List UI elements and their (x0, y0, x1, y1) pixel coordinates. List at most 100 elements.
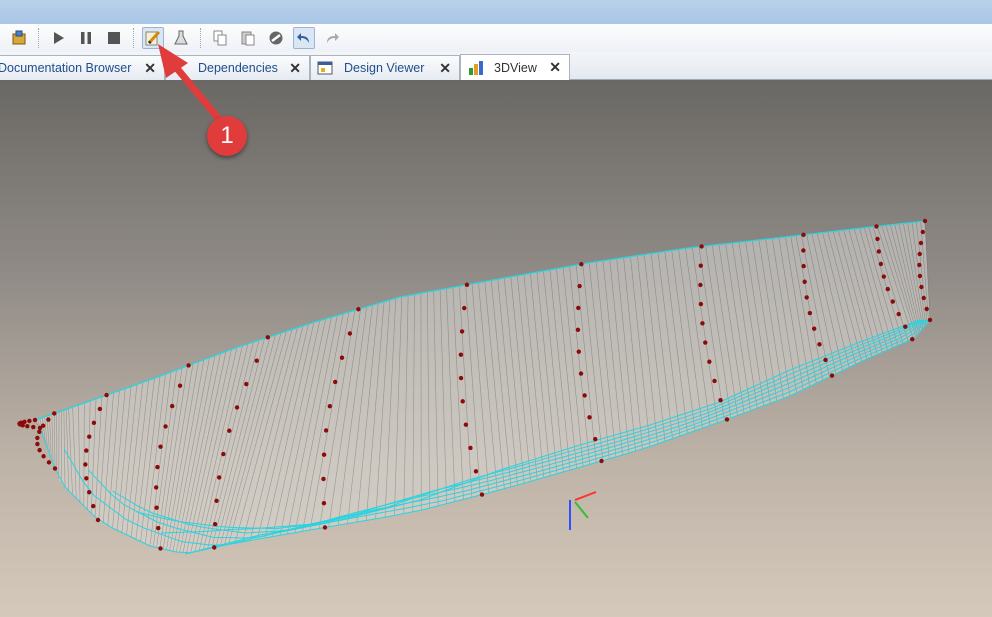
hull-control-point[interactable] (212, 521, 218, 527)
hull-control-point[interactable] (163, 424, 168, 429)
close-icon[interactable]: ✕ (439, 60, 451, 77)
hull-control-point[interactable] (323, 428, 329, 433)
hull-control-point[interactable] (91, 503, 96, 509)
model-icon-button[interactable] (8, 27, 30, 49)
hull-control-point[interactable] (35, 441, 40, 447)
redo-button[interactable] (321, 27, 343, 49)
hull-control-point[interactable] (922, 218, 928, 224)
hull-control-point[interactable] (154, 505, 159, 510)
hull-control-point[interactable] (724, 417, 730, 422)
hull-control-point[interactable] (254, 358, 259, 363)
hull-control-point[interactable] (875, 236, 880, 242)
hull-control-point[interactable] (917, 262, 922, 268)
hull-control-point[interactable] (332, 379, 338, 385)
hull-control-point[interactable] (703, 340, 708, 345)
hull-control-point[interactable] (698, 282, 703, 288)
hull-control-point[interactable] (156, 525, 161, 531)
hull-control-point[interactable] (927, 317, 933, 323)
hull-control-point[interactable] (322, 525, 328, 530)
hull-control-point[interactable] (158, 444, 163, 449)
hull-control-point[interactable] (804, 295, 809, 300)
hull-control-point[interactable] (97, 406, 103, 412)
hull-control-point[interactable] (890, 299, 895, 304)
hull-control-point[interactable] (41, 454, 46, 459)
hull-control-point[interactable] (579, 261, 584, 267)
hull-control-point[interactable] (91, 420, 97, 426)
hull-control-point[interactable] (462, 305, 467, 311)
hull-control-point[interactable] (214, 498, 219, 503)
pause-button[interactable] (75, 27, 97, 49)
hull-control-point[interactable] (227, 428, 232, 433)
hull-control-point[interactable] (321, 501, 327, 506)
hull-control-point[interactable] (593, 436, 598, 442)
hull-control-point[interactable] (578, 371, 584, 376)
hull-control-point[interactable] (575, 327, 581, 332)
hull-control-point[interactable] (874, 224, 879, 229)
hull-control-point[interactable] (463, 422, 469, 427)
hull-control-point[interactable] (37, 429, 42, 434)
hull-control-point[interactable] (216, 475, 222, 480)
hull-control-point[interactable] (801, 263, 806, 269)
hull-control-point[interactable] (473, 469, 479, 474)
hull-control-point[interactable] (881, 274, 887, 279)
hull-control-point[interactable] (910, 337, 915, 342)
hull-control-point[interactable] (356, 307, 361, 312)
close-icon[interactable]: ✕ (289, 60, 301, 77)
hull-control-point[interactable] (460, 399, 465, 404)
hull-control-point[interactable] (698, 263, 703, 268)
hull-control-point[interactable] (46, 460, 52, 465)
hull-control-point[interactable] (921, 295, 926, 301)
hull-control-point[interactable] (698, 301, 704, 307)
hull-control-point[interactable] (700, 321, 705, 326)
hull-control-point[interactable] (31, 424, 36, 430)
hull-control-point[interactable] (155, 464, 160, 470)
hull-control-point[interactable] (920, 229, 926, 235)
hull-control-point[interactable] (169, 403, 175, 409)
hull-control-point[interactable] (479, 492, 485, 497)
close-icon[interactable]: ✕ (144, 60, 156, 77)
hull-control-point[interactable] (801, 232, 806, 238)
hull-control-point[interactable] (84, 448, 89, 453)
hull-control-point[interactable] (52, 411, 57, 416)
hull-control-point[interactable] (321, 452, 327, 457)
3d-viewport[interactable] (0, 80, 992, 617)
hull-control-point[interactable] (95, 517, 101, 523)
hull-control-point[interactable] (458, 375, 464, 381)
hull-control-point[interactable] (801, 248, 806, 253)
hull-control-point[interactable] (876, 249, 882, 254)
hull-control-point[interactable] (32, 417, 38, 423)
edit-button[interactable] (142, 27, 164, 49)
hull-control-point[interactable] (25, 424, 30, 429)
hull-control-point[interactable] (186, 363, 191, 368)
hull-control-point[interactable] (244, 381, 249, 387)
close-icon[interactable]: ✕ (549, 59, 561, 76)
hull-control-point[interactable] (35, 435, 40, 441)
hull-control-point[interactable] (582, 393, 587, 398)
hull-control-point[interactable] (327, 404, 333, 409)
hull-control-point[interactable] (924, 306, 929, 312)
hull-control-point[interactable] (87, 434, 92, 439)
hull-control-point[interactable] (817, 342, 822, 347)
hull-control-point[interactable] (878, 261, 884, 267)
hull-control-point[interactable] (46, 417, 51, 422)
stop-button[interactable] (103, 27, 125, 49)
hull-control-point[interactable] (221, 451, 226, 457)
hull-control-point[interactable] (158, 546, 163, 551)
hull-control-point[interactable] (212, 545, 217, 550)
hull-control-point[interactable] (20, 423, 25, 428)
tab-3dview[interactable]: 3DView ✕ (460, 54, 570, 80)
tab-dependencies[interactable]: Dependencies ✕ (165, 55, 310, 80)
hull-control-point[interactable] (576, 349, 581, 354)
hull-control-point[interactable] (807, 310, 813, 316)
hull-control-point[interactable] (919, 284, 924, 290)
hull-control-point[interactable] (153, 485, 159, 490)
paste-button[interactable] (237, 27, 259, 49)
copy-button[interactable] (209, 27, 231, 49)
hull-control-point[interactable] (37, 447, 42, 453)
hull-control-point[interactable] (83, 462, 88, 467)
hull-control-point[interactable] (347, 331, 353, 336)
hull-control-point[interactable] (718, 397, 723, 403)
hull-control-point[interactable] (52, 466, 58, 471)
hull-control-point[interactable] (712, 378, 717, 384)
hull-control-point[interactable] (339, 355, 345, 360)
